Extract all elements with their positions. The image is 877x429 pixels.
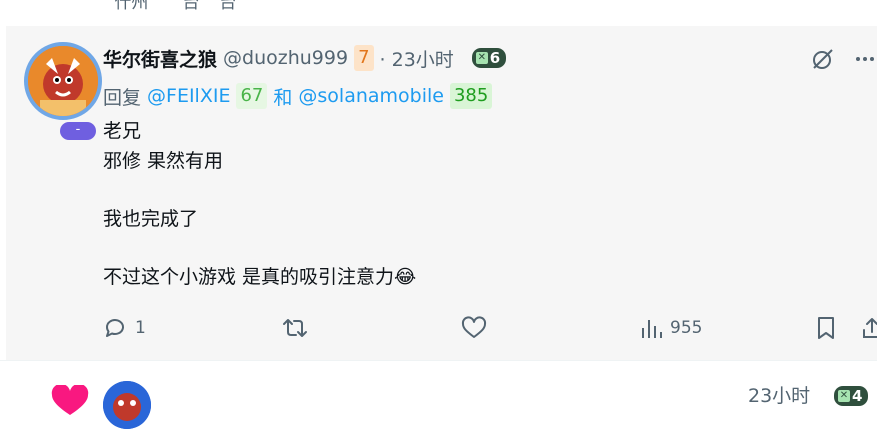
mention-link[interactable]: @FEIlXIE bbox=[147, 85, 230, 107]
body-line: 不过这个小游戏 是真的吸引注意力😂 bbox=[103, 266, 417, 288]
views-icon bbox=[642, 320, 662, 338]
body-line: 邪修 果然有用 bbox=[103, 150, 224, 172]
post-body: 老兄 邪修 果然有用 我也完成了 不过这个小游戏 是真的吸引注意力😂 bbox=[103, 116, 803, 292]
author-handle[interactable]: @duozhu999 bbox=[223, 47, 348, 69]
like-icon bbox=[461, 316, 487, 338]
next-post-time[interactable]: 23小时 bbox=[748, 381, 810, 408]
retweet-icon bbox=[283, 319, 307, 337]
x-count-badge[interactable]: ✕ 4 bbox=[834, 386, 869, 406]
avatar-badge: - bbox=[60, 122, 96, 140]
reply-count: 1 bbox=[135, 318, 146, 338]
truncated-text: ⁻ 什州 ⁻ ⁻ 台 ⁻ 台 bbox=[100, 0, 237, 13]
x-logo-icon: ✕ bbox=[838, 390, 850, 402]
more-icon[interactable] bbox=[853, 47, 877, 71]
post-top-right-actions bbox=[811, 44, 877, 74]
x-badge-count: 6 bbox=[489, 49, 501, 67]
bookmark-button[interactable] bbox=[815, 313, 837, 343]
share-icon bbox=[863, 318, 877, 338]
post-action-bar: 1 955 bbox=[103, 313, 877, 343]
body-line: 老兄 bbox=[103, 120, 142, 142]
retweet-button[interactable] bbox=[281, 313, 317, 343]
avatar-image bbox=[103, 381, 151, 429]
body-blank-line bbox=[103, 176, 803, 204]
post-time[interactable]: · 23小时 bbox=[380, 45, 454, 72]
next-post[interactable]: 23小时 ✕ 4 bbox=[0, 361, 877, 429]
mention-score-badge: 385 bbox=[449, 83, 493, 109]
avatar-image bbox=[28, 46, 98, 116]
previous-post-tail: ⁻ 什州 ⁻ ⁻ 台 ⁻ 台 bbox=[0, 0, 877, 26]
post-header: 华尔街喜之狼 @duozhu999 7 · 23小时 ✕ 6 bbox=[103, 44, 507, 72]
heart-icon bbox=[51, 385, 89, 415]
reply-post[interactable]: - 华尔街喜之狼 @duozhu999 7 · 23小时 ✕ 6 回复 @FEI… bbox=[6, 26, 877, 360]
reply-button[interactable]: 1 bbox=[103, 313, 146, 343]
mention-score-badge: 67 bbox=[236, 83, 268, 109]
share-button[interactable] bbox=[861, 313, 877, 343]
avatar[interactable] bbox=[24, 42, 102, 120]
no-link-icon[interactable] bbox=[811, 47, 835, 71]
x-badge-count: 4 bbox=[852, 387, 863, 405]
views-count: 955 bbox=[670, 318, 703, 338]
mention-link[interactable]: @solanamobile bbox=[298, 85, 444, 107]
author-display-name[interactable]: 华尔街喜之狼 bbox=[103, 45, 217, 72]
reply-joiner: 和 bbox=[273, 86, 293, 109]
like-button[interactable] bbox=[461, 313, 495, 343]
reply-prefix: 回复 bbox=[103, 86, 142, 109]
reply-context: 回复 @FEIlXIE 67 和 @solanamobile 385 bbox=[103, 82, 493, 110]
views-button[interactable]: 955 bbox=[640, 313, 702, 343]
body-blank-line bbox=[103, 234, 803, 262]
x-count-badge[interactable]: ✕ 6 bbox=[471, 48, 507, 68]
next-post-avatar[interactable] bbox=[103, 381, 151, 429]
author-score-badge: 7 bbox=[354, 45, 374, 71]
body-line: 我也完成了 bbox=[103, 208, 199, 230]
bookmark-icon bbox=[818, 317, 834, 339]
author-avatar[interactable]: - bbox=[24, 42, 102, 140]
reply-icon bbox=[106, 319, 124, 337]
x-logo-icon: ✕ bbox=[475, 52, 488, 64]
